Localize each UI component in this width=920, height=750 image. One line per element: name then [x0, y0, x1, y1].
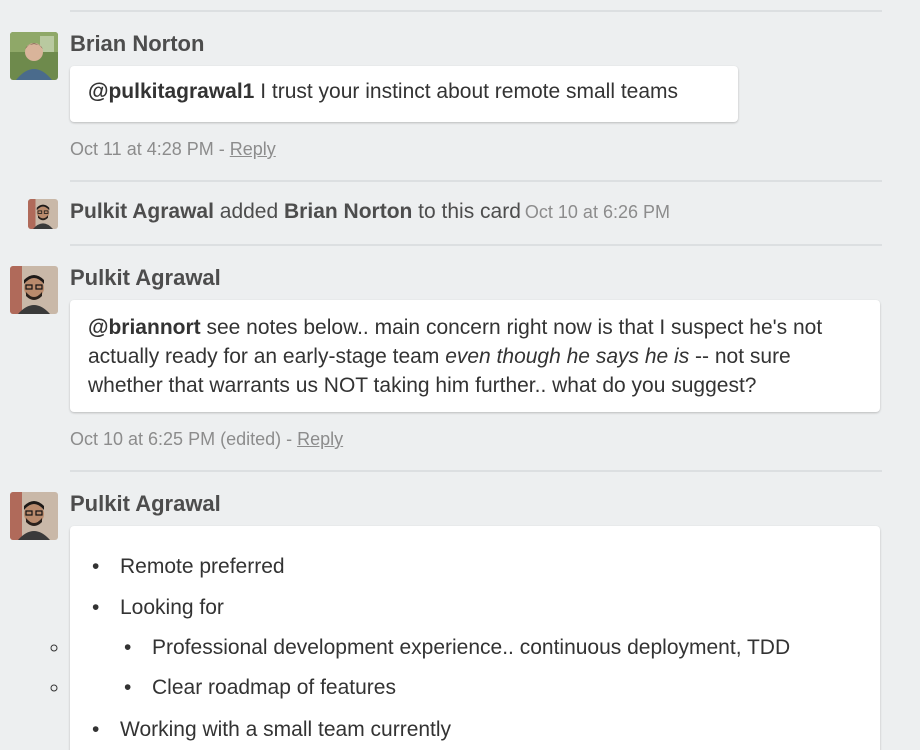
- comment-body: @briannort see notes below.. main concer…: [70, 300, 880, 412]
- comment-timestamp[interactable]: Oct 11 at 4:28 PM: [70, 139, 214, 159]
- comment-meta: Oct 10 at 6:25 PM (edited) - Reply: [70, 429, 344, 449]
- activity-target[interactable]: Brian Norton: [284, 200, 412, 223]
- reply-link[interactable]: Reply: [230, 139, 276, 159]
- reply-link[interactable]: Reply: [297, 429, 343, 449]
- avatar-pulkit-agrawal[interactable]: [10, 266, 58, 314]
- avatar-pulkit-agrawal-small[interactable]: [28, 199, 58, 229]
- list-item: • Working with a small team currently: [92, 718, 452, 741]
- comment-author[interactable]: Brian Norton: [70, 31, 204, 57]
- activity-entry: Pulkit Agrawal added Brian Norton to thi…: [70, 200, 670, 223]
- list-item: •Clear roadmap of features: [70, 673, 880, 702]
- comment-body: •Remote preferred •Looking for •Professi…: [70, 526, 880, 750]
- divider: [70, 470, 882, 472]
- avatar-brian-norton[interactable]: [10, 32, 58, 80]
- mention-link[interactable]: @pulkitagrawal1: [88, 80, 254, 103]
- list-item: •Looking for •Professional development e…: [70, 593, 880, 702]
- list-item: • Remote preferred: [92, 555, 285, 578]
- comment-text: I trust your instinct about remote small…: [254, 80, 679, 103]
- divider: [70, 180, 882, 182]
- activity-feed: Brian Norton @pulkitagrawal1 I trust you…: [0, 0, 920, 750]
- notes-list: •Remote preferred •Looking for •Professi…: [70, 552, 880, 744]
- comment-body: @pulkitagrawal1 I trust your instinct ab…: [70, 66, 738, 122]
- list-item: •Professional development experience.. c…: [70, 633, 880, 662]
- divider: [70, 244, 882, 246]
- comment-meta: Oct 11 at 4:28 PM - Reply: [70, 139, 276, 159]
- activity-timestamp[interactable]: Oct 10 at 6:26 PM: [525, 202, 670, 222]
- activity-actor[interactable]: Pulkit Agrawal: [70, 200, 214, 223]
- mention-link[interactable]: @briannort: [88, 316, 201, 339]
- avatar-pulkit-agrawal[interactable]: [10, 492, 58, 540]
- comment-author[interactable]: Pulkit Agrawal: [70, 265, 221, 291]
- comment-timestamp[interactable]: Oct 10 at 6:25 PM (edited): [70, 429, 281, 449]
- divider: [70, 10, 882, 12]
- comment-author[interactable]: Pulkit Agrawal: [70, 491, 221, 517]
